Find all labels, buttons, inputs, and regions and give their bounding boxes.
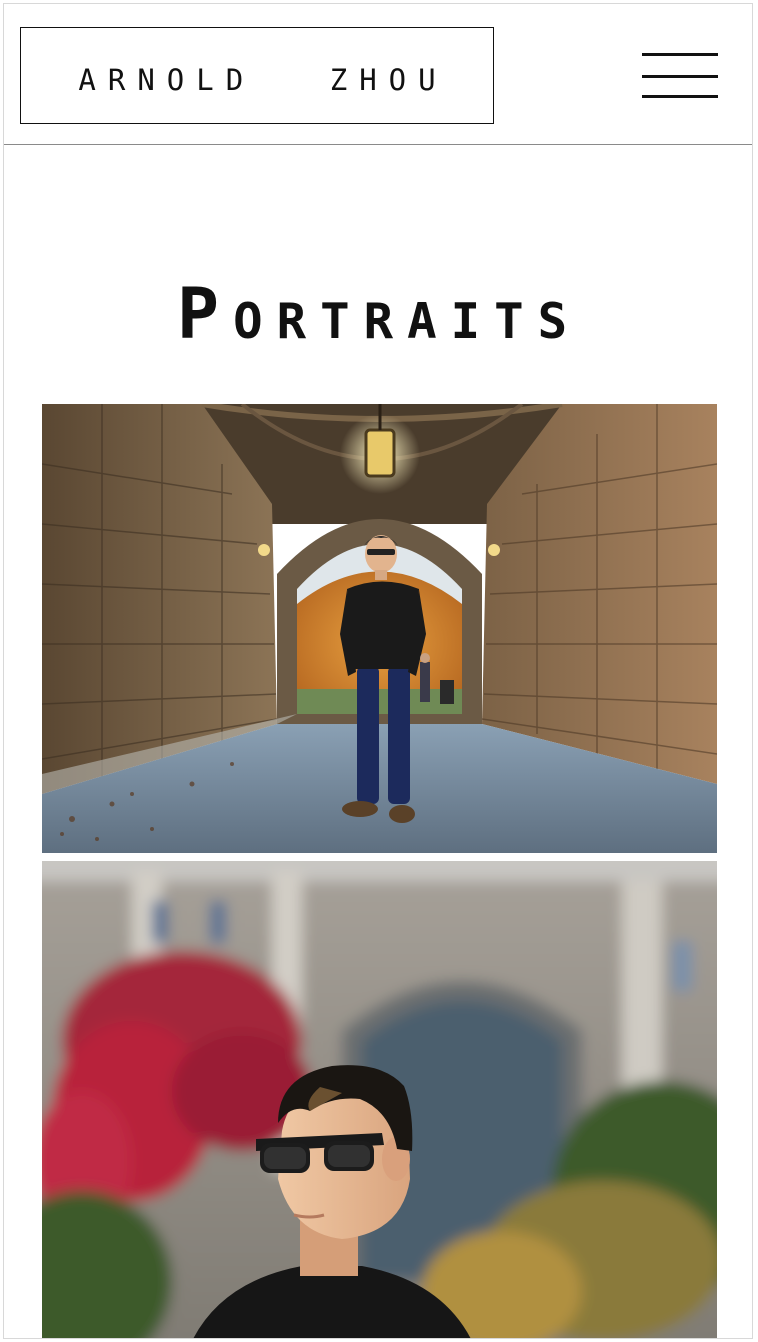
hamburger-menu-button[interactable] <box>642 51 720 99</box>
hamburger-menu-icon-bar <box>642 95 718 98</box>
page-title: Portraits <box>176 272 582 355</box>
portrait-photo-ivy-building[interactable] <box>42 861 717 1338</box>
page-frame: Arnold Zhou Portraits <box>3 3 753 1339</box>
ivy-building-photo-image <box>42 861 717 1338</box>
hamburger-menu-icon <box>642 53 718 56</box>
logo-last-name: Zhou <box>329 50 448 100</box>
archway-photo-image <box>42 404 717 853</box>
site-header: Arnold Zhou <box>4 4 752 145</box>
site-logo-link[interactable]: Arnold Zhou <box>20 27 494 124</box>
site-logo-text: Arnold Zhou <box>66 54 447 97</box>
portrait-photo-archway[interactable] <box>42 404 717 853</box>
hamburger-menu-icon-bar <box>642 75 718 78</box>
logo-first-name: Arnold <box>78 50 256 100</box>
